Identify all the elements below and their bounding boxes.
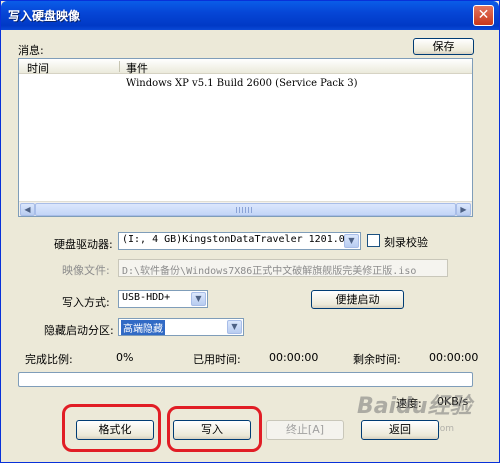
list-header: 时间 事件 <box>19 59 472 76</box>
complete-value: 0% <box>116 351 134 364</box>
image-file-value: D:\软件备份\Windows7X86正式中文破解旗舰版完美修正版.iso <box>122 266 417 277</box>
hidden-partition-label: 隐藏启动分区: <box>44 324 114 337</box>
hidden-partition-select[interactable]: 高端隐藏 ▼ <box>118 318 244 336</box>
stop-button[interactable]: 终止[A] <box>266 420 344 440</box>
messages-label: 消息: <box>18 44 44 57</box>
baidu-watermark: Baidu经验 <box>357 394 472 419</box>
title-bar[interactable]: 写入硬盘映像 ✕ <box>1 1 499 30</box>
elapsed-value: 00:00:00 <box>269 351 319 364</box>
window-title: 写入硬盘映像 <box>8 9 81 23</box>
close-icon[interactable]: ✕ <box>473 5 494 26</box>
scroll-thumb[interactable] <box>35 203 456 216</box>
back-button[interactable]: 返回 <box>361 420 439 440</box>
write-disk-image-dialog: 写入硬盘映像 ✕ 消息: 保存 时间 事件 Windows XP v5.1 Bu… <box>0 0 500 463</box>
horizontal-scrollbar[interactable]: ◀ ▶ <box>19 201 472 216</box>
column-divider[interactable] <box>119 61 120 72</box>
list-item[interactable]: Windows XP v5.1 Build 2600 (Service Pack… <box>126 78 358 89</box>
remaining-label: 剩余时间: <box>353 353 401 366</box>
drive-select[interactable]: (I:, 4 GB)KingstonDataTraveler 1201.00 ▼ <box>118 232 361 250</box>
column-event[interactable]: 事件 <box>126 60 148 76</box>
scroll-left-icon[interactable]: ◀ <box>20 203 35 216</box>
image-file-label: 映像文件: <box>62 264 110 277</box>
verify-label[interactable]: 刻录校验 <box>384 234 428 250</box>
grip-icon <box>236 207 254 213</box>
write-method-value: USB-HDD+ <box>122 292 171 303</box>
write-method-label: 写入方式: <box>62 296 110 309</box>
chevron-down-icon[interactable]: ▼ <box>344 234 359 248</box>
quick-boot-button[interactable]: 便捷启动 <box>311 290 404 309</box>
chevron-down-icon[interactable]: ▼ <box>191 292 206 306</box>
event-list[interactable]: 时间 事件 Windows XP v5.1 Build 2600 (Servic… <box>18 58 473 217</box>
progress-bar <box>18 372 473 387</box>
complete-label: 完成比例: <box>25 353 73 366</box>
elapsed-label: 已用时间: <box>193 353 241 366</box>
image-file-field: D:\软件备份\Windows7X86正式中文破解旗舰版完美修正版.iso <box>118 259 448 277</box>
annotation-highlight <box>62 404 161 452</box>
hidden-partition-value: 高端隐藏 <box>121 320 165 335</box>
column-time[interactable]: 时间 <box>27 60 49 76</box>
drive-label: 硬盘驱动器: <box>54 238 113 251</box>
scroll-right-icon[interactable]: ▶ <box>456 203 471 216</box>
annotation-highlight <box>167 406 262 452</box>
write-method-select[interactable]: USB-HDD+ ▼ <box>118 290 208 308</box>
drive-value: (I:, 4 GB)KingstonDataTraveler 1201.00 <box>122 234 351 245</box>
save-button[interactable]: 保存 <box>413 38 474 55</box>
verify-checkbox[interactable] <box>367 234 380 247</box>
chevron-down-icon[interactable]: ▼ <box>227 320 242 334</box>
remaining-value: 00:00:00 <box>429 351 479 364</box>
